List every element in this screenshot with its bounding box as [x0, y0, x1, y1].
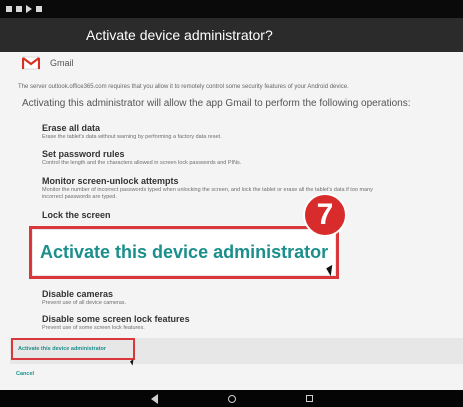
policy-title: Lock the screen — [42, 210, 111, 220]
dialog-title: Activate device administrator? — [86, 27, 273, 43]
cancel-button[interactable]: Cancel — [16, 371, 34, 377]
policy-description: Prevent use of all device cameras. — [42, 300, 127, 306]
activate-device-administrator-button[interactable]: Activate this device administrator — [11, 338, 135, 360]
step-number-badge: 7 — [303, 193, 347, 237]
policy-disable-cameras: Disable cameras Prevent use of all devic… — [42, 289, 126, 307]
policy-disable-screen-lock-features: Disable some screen lock features Preven… — [42, 314, 190, 332]
policy-set-password-rules: Set password rules Control the length an… — [42, 149, 241, 167]
server-intro-text: The server outlook.office365.com require… — [18, 84, 349, 90]
policy-title: Erase all data — [42, 123, 101, 133]
policy-title: Set password rules — [42, 149, 125, 159]
app-name: Gmail — [50, 58, 74, 68]
app-row: Gmail — [22, 56, 74, 70]
navigation-bar — [0, 390, 463, 407]
callout-button-label: Activate this device administrator — [40, 242, 329, 262]
notification-icon — [36, 6, 42, 12]
policy-description: Erase the tablet's data without warning … — [42, 134, 222, 140]
screenshot-frame: Activate device administrator? Gmail The… — [0, 0, 463, 407]
policy-erase-all-data: Erase all data Erase the tablet's data w… — [42, 123, 222, 141]
gmail-icon — [22, 56, 40, 70]
policy-description: Prevent use of some screen lock features… — [42, 325, 145, 331]
notification-icon — [16, 6, 22, 12]
operations-intro-text: Activating this administrator will allow… — [22, 98, 411, 109]
dialog-title-bar: Activate device administrator? — [0, 18, 463, 52]
activate-button-label: Activate this device administrator — [18, 346, 107, 352]
home-icon[interactable] — [227, 394, 236, 403]
policy-title: Disable cameras — [42, 289, 114, 299]
play-icon — [26, 5, 32, 13]
back-icon[interactable] — [150, 393, 158, 404]
status-bar — [0, 0, 463, 18]
policy-title: Monitor screen-unlock attempts — [42, 176, 179, 186]
recent-apps-icon[interactable] — [305, 395, 313, 402]
policy-title: Disable some screen lock features — [42, 314, 190, 324]
policy-description: Control the length and the characters al… — [42, 160, 242, 166]
step-number: 7 — [316, 198, 334, 231]
activate-device-administrator-callout-button[interactable]: Activate this device administrator — [29, 226, 339, 279]
notification-icon — [6, 6, 12, 12]
policy-lock-the-screen: Lock the screen — [42, 210, 111, 220]
